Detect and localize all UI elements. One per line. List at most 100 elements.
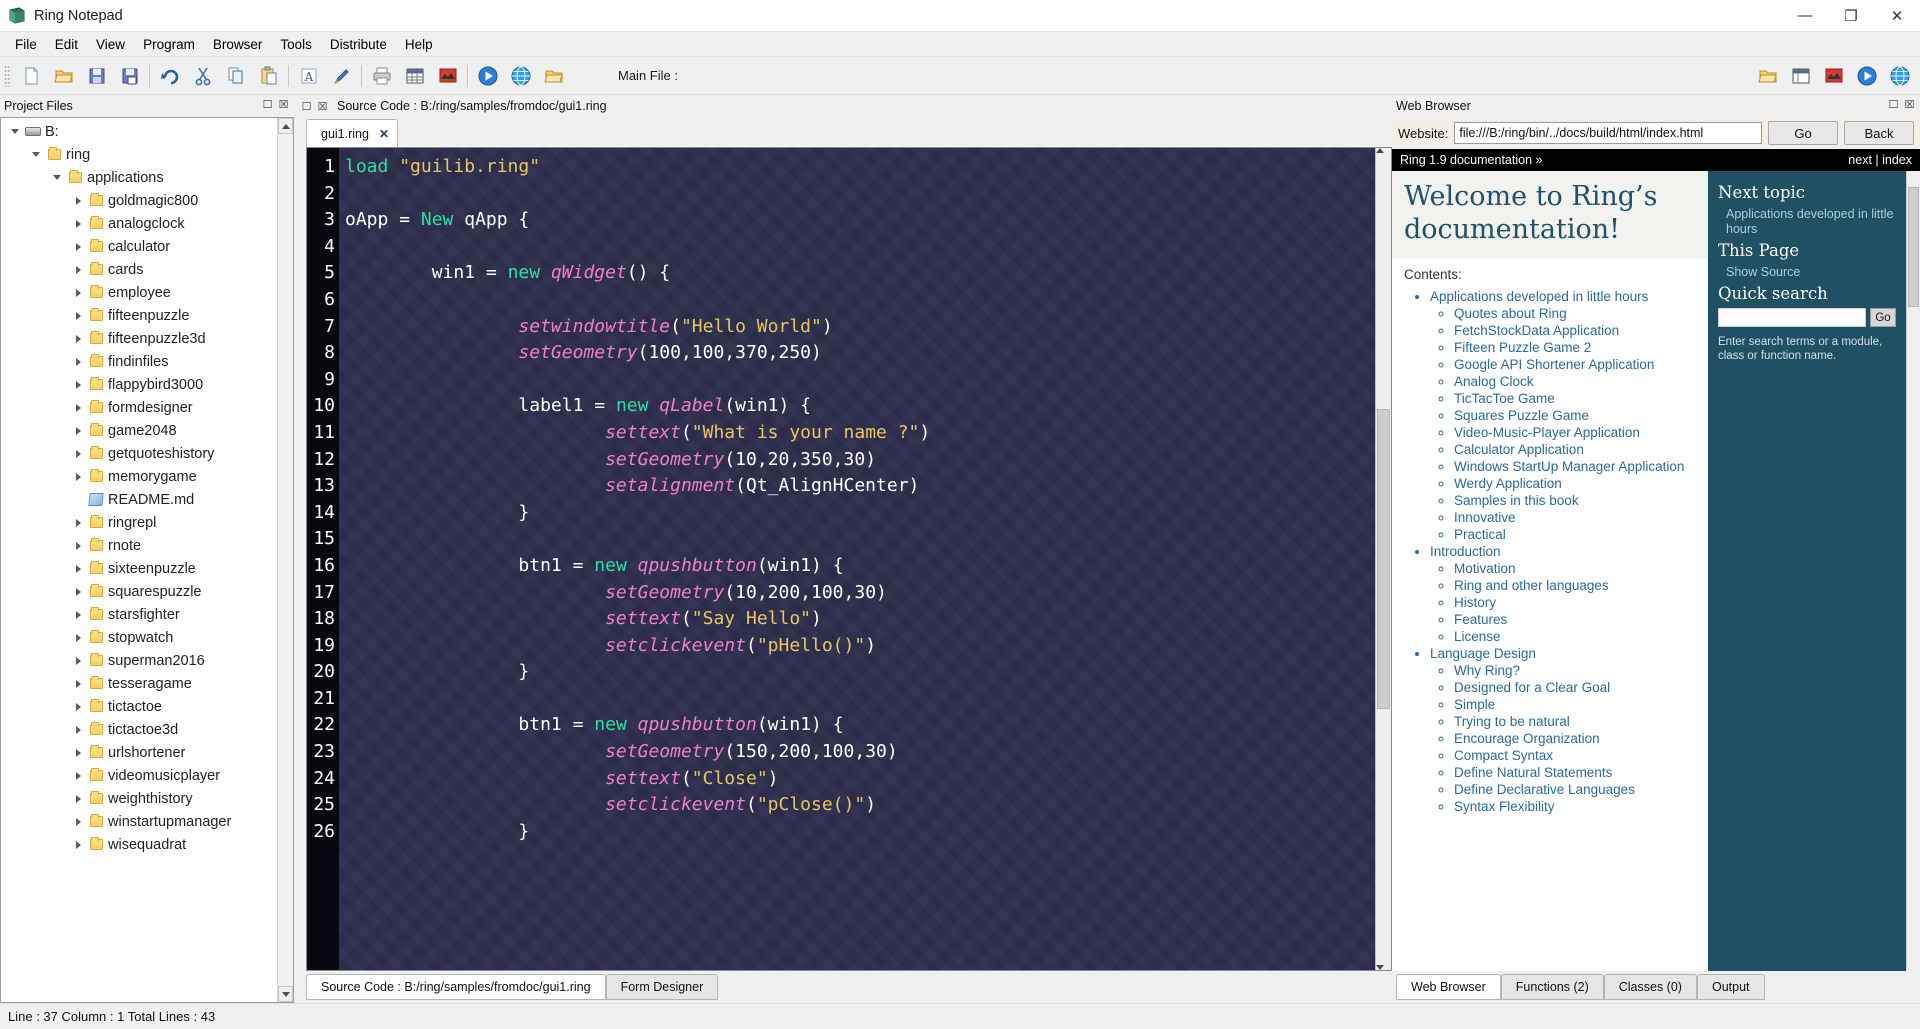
doc-toc-item[interactable]: Video-Music-Player Application <box>1454 424 1696 441</box>
tab-classes[interactable]: Classes (0) <box>1603 974 1697 1000</box>
url-input[interactable]: file:///B:/ring/bin/../docs/build/html/i… <box>1454 122 1762 144</box>
tree-item[interactable]: calculator <box>1 235 277 258</box>
close-panel-icon[interactable]: ☒ <box>277 98 290 111</box>
menu-tools[interactable]: Tools <box>271 34 321 55</box>
go-button[interactable]: Go <box>1768 121 1838 145</box>
tree-item[interactable]: README.md <box>1 488 277 511</box>
expand-arrow-icon[interactable] <box>70 718 86 741</box>
tree-item[interactable]: goldmagic800 <box>1 189 277 212</box>
doc-toc-item-link[interactable]: TicTacToe Game <box>1454 391 1555 406</box>
doc-toc-item-link[interactable]: Why Ring? <box>1454 663 1520 678</box>
doc-toc-item-link[interactable]: Quotes about Ring <box>1454 306 1567 321</box>
expand-arrow-icon[interactable] <box>70 373 86 396</box>
doc-toc-item[interactable]: FetchStockData Application <box>1454 322 1696 339</box>
menu-view[interactable]: View <box>87 34 134 55</box>
doc-toc-item[interactable]: Features <box>1454 611 1696 628</box>
expand-arrow-icon[interactable] <box>70 258 86 281</box>
tree-item[interactable]: weighthistory <box>1 787 277 810</box>
expand-arrow-icon[interactable] <box>70 327 86 350</box>
expand-arrow-icon[interactable] <box>70 764 86 787</box>
doc-toc-item-link[interactable]: Squares Puzzle Game <box>1454 408 1589 423</box>
copy-icon[interactable] <box>219 60 252 91</box>
doc-toc-item[interactable]: Define Natural Statements <box>1454 764 1696 781</box>
scroll-up-icon[interactable] <box>278 118 293 134</box>
save-icon[interactable] <box>80 60 113 91</box>
doc-toc-item[interactable]: History <box>1454 594 1696 611</box>
doc-toc-item[interactable]: Compact Syntax <box>1454 747 1696 764</box>
minimize-button[interactable]: — <box>1782 0 1828 32</box>
tree-item[interactable]: B: <box>1 120 277 143</box>
doc-toc-item-link[interactable]: Innovative <box>1454 510 1516 525</box>
form-designer-icon[interactable] <box>1784 60 1817 91</box>
doc-toc-item[interactable]: Why Ring? <box>1454 662 1696 679</box>
tree-item[interactable]: fifteenpuzzle <box>1 304 277 327</box>
paste-icon[interactable] <box>252 60 285 91</box>
project-files-tree[interactable]: B: ring applications goldmagic800 analogcloc… <box>1 118 277 1002</box>
doc-toc-item[interactable]: License <box>1454 628 1696 645</box>
doc-toc-item-link[interactable]: Practical <box>1454 527 1506 542</box>
doc-toc-item-link[interactable]: Syntax Flexibility <box>1454 799 1555 814</box>
tree-item[interactable]: stopwatch <box>1 626 277 649</box>
open-project-icon[interactable] <box>1751 60 1784 91</box>
expand-arrow-icon[interactable] <box>70 833 86 856</box>
doc-toc-item[interactable]: Werdy Application <box>1454 475 1696 492</box>
show-source-link[interactable]: Show Source <box>1718 265 1896 280</box>
tree-item[interactable]: tictactoe3d <box>1 718 277 741</box>
doc-nav-links[interactable]: next | index <box>1848 153 1912 167</box>
editor-scrollbar[interactable] <box>1375 148 1391 970</box>
globe-icon[interactable] <box>1883 60 1916 91</box>
doc-toc-item[interactable]: Samples in this book <box>1454 492 1696 509</box>
doc-toc-item[interactable]: Windows StartUp Manager Application <box>1454 458 1696 475</box>
tab-source-code[interactable]: Source Code : B:/ring/samples/fromdoc/gu… <box>306 974 606 1000</box>
tree-item[interactable]: sixteenpuzzle <box>1 557 277 580</box>
doc-scrollbar[interactable] <box>1906 171 1920 971</box>
tree-item[interactable]: applications <box>1 166 277 189</box>
doc-toc-item[interactable]: Syntax Flexibility <box>1454 798 1696 815</box>
expand-arrow-icon[interactable] <box>70 557 86 580</box>
tree-item[interactable]: fifteenpuzzle3d <box>1 327 277 350</box>
doc-toc-item[interactable]: Calculator Application <box>1454 441 1696 458</box>
tree-item[interactable]: analogclock <box>1 212 277 235</box>
float-icon[interactable]: ☐ <box>300 100 313 113</box>
doc-toc-item-link[interactable]: Designed for a Clear Goal <box>1454 680 1610 695</box>
expand-arrow-icon[interactable] <box>70 810 86 833</box>
doc-toc-item-link[interactable]: Compact Syntax <box>1454 748 1553 763</box>
doc-toc-item-link[interactable]: Trying to be natural <box>1454 714 1570 729</box>
menu-file[interactable]: File <box>6 34 46 55</box>
doc-toc-item-link[interactable]: Simple <box>1454 697 1495 712</box>
tree-item[interactable]: rnote <box>1 534 277 557</box>
expand-arrow-icon[interactable] <box>70 511 86 534</box>
expand-arrow-icon[interactable] <box>70 626 86 649</box>
tree-item[interactable]: squarespuzzle <box>1 580 277 603</box>
doc-toc-item-link[interactable]: Video-Music-Player Application <box>1454 425 1640 440</box>
expand-arrow-icon[interactable] <box>70 695 86 718</box>
collapse-arrow-icon[interactable] <box>7 120 23 143</box>
scroll-up-icon[interactable] <box>1376 148 1391 153</box>
undo-icon[interactable] <box>153 60 186 91</box>
collapse-arrow-icon[interactable] <box>49 166 65 189</box>
tree-item[interactable]: wisequadrat <box>1 833 277 856</box>
doc-toc-item[interactable]: Simple <box>1454 696 1696 713</box>
tree-item[interactable]: game2048 <box>1 419 277 442</box>
doc-toc-item-link[interactable]: Define Declarative Languages <box>1454 782 1635 797</box>
tree-item[interactable]: urlshortener <box>1 741 277 764</box>
doc-toc-item[interactable]: Quotes about Ring <box>1454 305 1696 322</box>
doc-toc-item[interactable]: Practical <box>1454 526 1696 543</box>
expand-arrow-icon[interactable] <box>70 603 86 626</box>
doc-toc-item-link[interactable]: License <box>1454 629 1501 644</box>
doc-toc-item[interactable]: Google API Shortener Application <box>1454 356 1696 373</box>
expand-arrow-icon[interactable] <box>70 580 86 603</box>
doc-toc-item[interactable]: Encourage Organization <box>1454 730 1696 747</box>
run-icon[interactable] <box>471 60 504 91</box>
menu-edit[interactable]: Edit <box>46 34 87 55</box>
expand-arrow-icon[interactable] <box>70 442 86 465</box>
doc-breadcrumb[interactable]: Ring 1.9 documentation » <box>1400 153 1542 167</box>
expand-arrow-icon[interactable] <box>70 396 86 419</box>
expand-arrow-icon[interactable] <box>70 787 86 810</box>
tree-item[interactable]: getquoteshistory <box>1 442 277 465</box>
tab-functions[interactable]: Functions (2) <box>1500 974 1604 1000</box>
doc-toc-item[interactable]: TicTacToe Game <box>1454 390 1696 407</box>
tree-item[interactable]: cards <box>1 258 277 281</box>
doc-toc-item[interactable]: Motivation <box>1454 560 1696 577</box>
expand-arrow-icon[interactable] <box>70 649 86 672</box>
